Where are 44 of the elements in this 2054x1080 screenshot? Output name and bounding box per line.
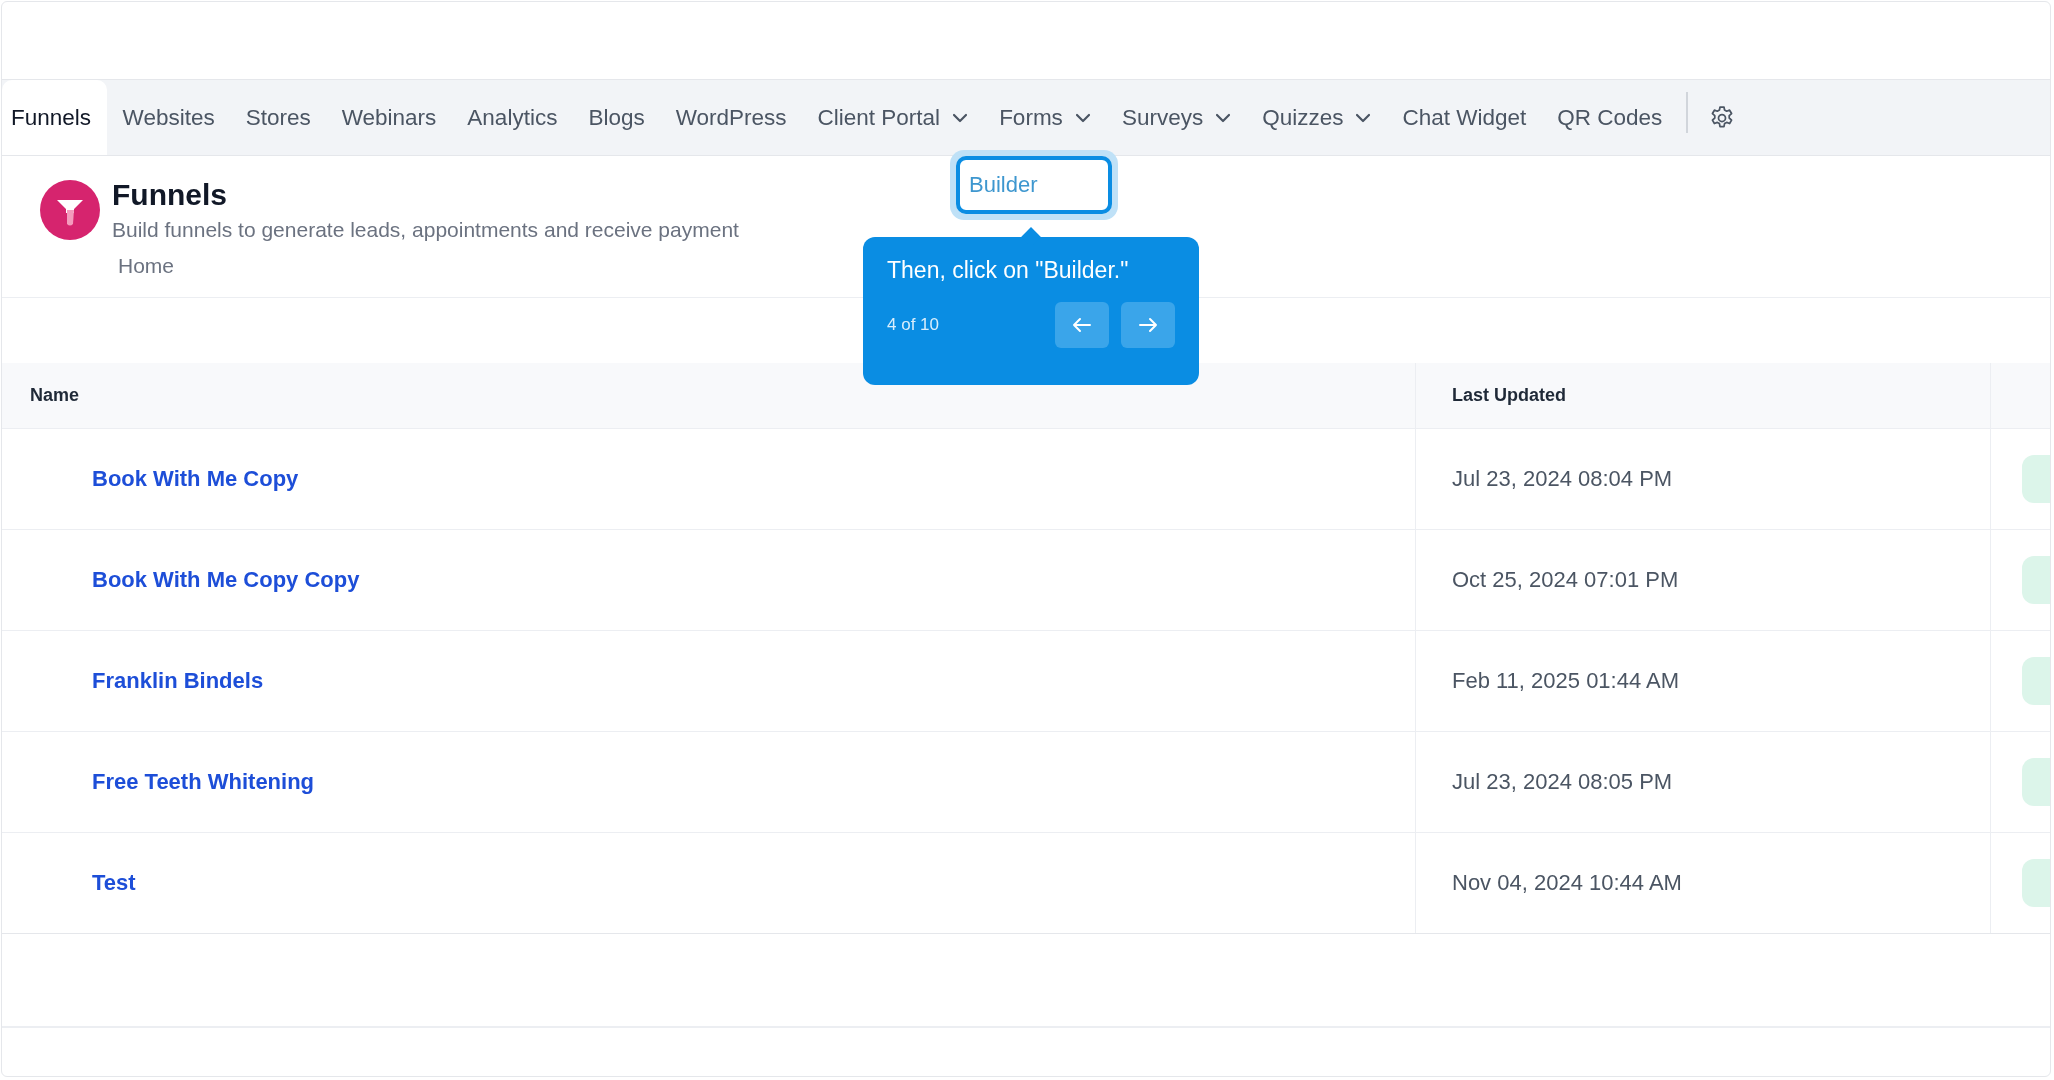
funnel-name-link[interactable]: Test <box>92 870 136 896</box>
tooltip-text: Then, click on "Builder." <box>887 257 1130 284</box>
arrow-left-icon <box>1072 317 1092 333</box>
nav-tab[interactable]: Chat Widget <box>1386 80 1542 155</box>
arrow-right-icon <box>1138 317 1158 333</box>
nav-tab[interactable]: Surveys <box>1106 80 1247 155</box>
table-cell: Jul 23, 2024 08:04 PM <box>1452 466 1673 492</box>
status-pill <box>2022 657 2050 705</box>
nav-tab[interactable]: Analytics <box>451 80 573 155</box>
nav-tab[interactable]: Blogs <box>572 80 661 155</box>
status-pill <box>2022 758 2050 806</box>
table-cell: Nov 04, 2024 10:44 AM <box>1452 870 1682 896</box>
table-cell: Jul 23, 2024 08:05 PM <box>1452 769 1673 795</box>
status-pill <box>2022 556 2050 604</box>
nav-tab[interactable]: Webinars <box>326 80 452 155</box>
funnel-logo-icon <box>40 180 100 240</box>
nav-tab[interactable]: QR Codes <box>1541 80 1678 155</box>
chevron-down-icon <box>952 112 969 123</box>
chevron-down-icon <box>1074 112 1091 123</box>
column-header: Last Updated <box>1452 385 1566 406</box>
step-counter: 4 of 10 <box>887 315 939 335</box>
funnel-name-link[interactable]: Book With Me Copy Copy <box>92 567 360 593</box>
breadcrumb-link[interactable]: Home <box>118 254 175 278</box>
table-cell: Feb 11, 2025 01:44 AM <box>1452 668 1680 694</box>
funnel-name-link[interactable]: Franklin Bindels <box>92 668 264 694</box>
nav-tab[interactable]: Client Portal <box>802 80 984 155</box>
nav-tab[interactable]: Stores <box>230 80 327 155</box>
page-title: Funnels <box>112 178 228 212</box>
status-pill <box>2022 455 2050 503</box>
table-cell: Oct 25, 2024 07:01 PM <box>1452 567 1679 593</box>
nav-tab[interactable]: Quizzes <box>1246 80 1387 155</box>
page-subtitle: Build funnels to generate leads, appointments and receive payment <box>112 218 739 242</box>
previous-button[interactable] <box>1055 302 1109 348</box>
funnel-name-link[interactable]: Free Teeth Whitening <box>92 769 315 795</box>
nav-tab[interactable]: Funnels <box>2 80 108 155</box>
column-header: Name <box>30 385 80 406</box>
funnel-name-link[interactable]: Book With Me Copy <box>92 466 299 492</box>
nav-tab[interactable]: Websites <box>107 80 231 155</box>
nav-tab[interactable]: Forms <box>983 80 1107 155</box>
next-button[interactable] <box>1121 302 1175 348</box>
chevron-down-icon <box>1215 112 1232 123</box>
chevron-down-icon <box>1355 112 1372 123</box>
status-pill <box>2022 859 2050 907</box>
nav-tab[interactable]: WordPress <box>660 80 803 155</box>
